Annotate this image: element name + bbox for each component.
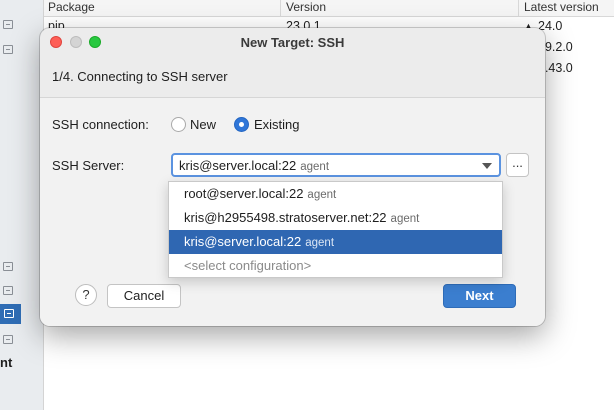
column-header-package[interactable]: Package [48,0,95,14]
list-item-icon[interactable] [3,262,13,271]
dropdown-item[interactable]: kris@h2955498.stratoserver.net:22 agent [169,206,502,230]
combo-agent-tag: agent [300,161,330,173]
list-item-icon[interactable] [3,20,13,29]
column-header-latest-version[interactable]: Latest version [524,0,599,14]
new-target-ssh-dialog: New Target: SSH 1/4. Connecting to SSH s… [40,28,545,326]
help-icon[interactable]: ? [75,284,97,306]
dialog-title: New Target: SSH [240,35,345,50]
column-header-version[interactable]: Version [286,0,326,14]
browse-configurations-button[interactable]: ... [506,153,529,177]
list-item-icon[interactable] [3,335,13,344]
dropdown-item-host: kris@h2955498.stratoserver.net:22 [184,210,387,225]
package-table-header: Package Version Latest version [44,0,614,17]
dialog-titlebar[interactable]: New Target: SSH [40,28,545,56]
radio-new-label[interactable]: New [190,117,216,132]
combo-host: kris@server.local:22 [179,158,297,173]
step-header: 1/4. Connecting to SSH server [40,56,545,98]
dropdown-item-tag: agent [390,213,420,225]
gutter-selected-item[interactable] [0,304,21,324]
list-item-icon[interactable] [3,286,13,295]
list-item-icon[interactable] [3,45,13,54]
radio-existing[interactable] [234,117,249,132]
list-item-icon [4,309,14,318]
dropdown-item-select-configuration[interactable]: <select configuration> [169,254,502,278]
cancel-button[interactable]: Cancel [107,284,181,308]
chevron-down-icon[interactable] [482,163,492,169]
dropdown-item-host: kris@server.local:22 [184,234,302,249]
dropdown-item-tag: agent [305,237,335,249]
ssh-connection-label: SSH connection: [52,117,149,132]
step-title: 1/4. Connecting to SSH server [52,69,228,84]
radio-new[interactable] [171,117,186,132]
combo-value: kris@server.local:22 agent [179,158,329,173]
ssh-server-dropdown: root@server.local:22 agent kris@h2955498.… [168,181,503,278]
dropdown-item-host: <select configuration> [184,258,312,273]
radio-existing-label[interactable]: Existing [254,117,300,132]
ssh-server-label: SSH Server: [52,158,125,173]
dropdown-item-selected[interactable]: kris@server.local:22 agent [169,230,502,254]
gutter-label: nt [0,355,13,370]
dropdown-item-tag: agent [307,189,337,201]
dropdown-item-host: root@server.local:22 [184,186,304,201]
dropdown-item[interactable]: root@server.local:22 agent [169,182,502,206]
next-button[interactable]: Next [443,284,516,308]
left-tool-gutter: nt [0,0,44,410]
ssh-server-combobox[interactable]: kris@server.local:22 agent [171,153,501,177]
